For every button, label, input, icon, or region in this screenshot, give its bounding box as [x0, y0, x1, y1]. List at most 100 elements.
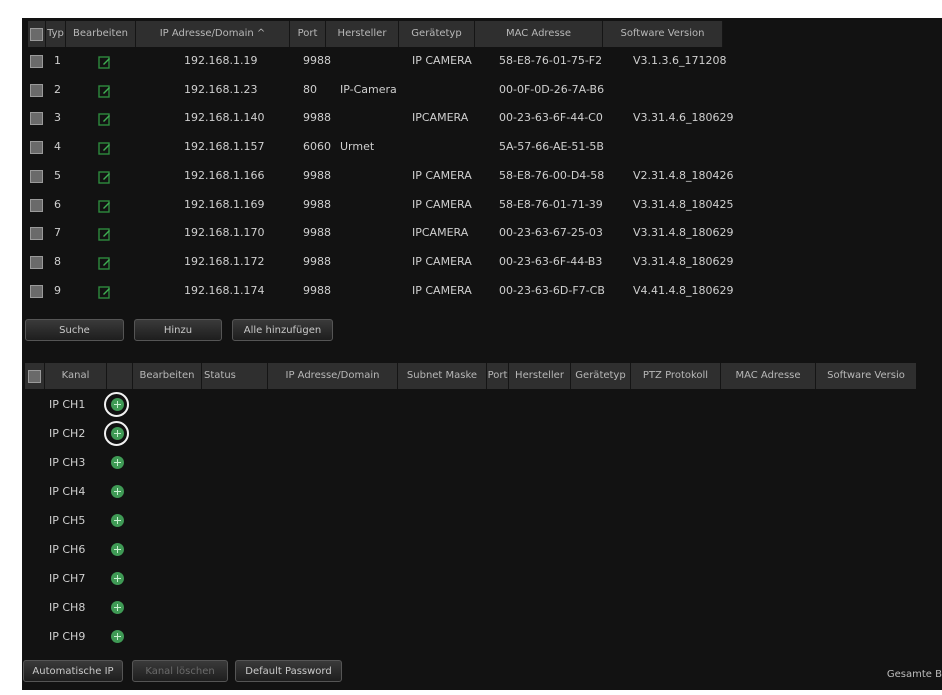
row-mac: 00-23-63-6D-F7-CB: [499, 283, 605, 297]
channel-label: IP CH1: [49, 398, 86, 411]
channel-select-all-checkbox[interactable]: [25, 363, 45, 389]
device-row[interactable]: 4 192.168.1.157 6060 Urmet 5A-57-66-AE-51-5B: [22, 135, 942, 159]
add-channel-icon[interactable]: [111, 543, 124, 556]
row-checkbox[interactable]: [30, 141, 43, 155]
ip-channel-screen: Typ Bearbeiten IP Adresse/Domain ^ Port …: [22, 18, 942, 690]
col-header-mac[interactable]: MAC Adresse: [475, 21, 603, 47]
row-software: V3.31.4.8_180629: [633, 254, 734, 268]
edit-icon[interactable]: [98, 255, 111, 270]
col-header-channel-ip[interactable]: IP Adresse/Domain: [268, 363, 398, 389]
add-all-button[interactable]: Alle hinzufügen: [232, 319, 333, 341]
row-checkbox[interactable]: [30, 112, 43, 126]
delete-channel-button[interactable]: Kanal löschen: [132, 660, 228, 682]
row-ip: 192.168.1.169: [184, 197, 265, 211]
row-checkbox[interactable]: [30, 169, 43, 183]
col-header-channel-device-type[interactable]: Gerätetyp: [571, 363, 631, 389]
row-device-type: IP CAMERA: [412, 197, 472, 211]
col-header-add[interactable]: [107, 363, 133, 389]
col-header-channel[interactable]: Kanal: [45, 363, 107, 389]
col-header-ptz[interactable]: PTZ Protokoll: [631, 363, 721, 389]
channel-row[interactable]: IP CH9: [22, 624, 222, 649]
col-header-channel-port[interactable]: Port: [487, 363, 509, 389]
col-header-channel-mac[interactable]: MAC Adresse: [721, 363, 816, 389]
add-channel-icon[interactable]: [111, 601, 124, 614]
edit-icon[interactable]: [98, 226, 111, 241]
col-header-manufacturer[interactable]: Hersteller: [326, 21, 399, 47]
row-checkbox[interactable]: [30, 284, 43, 298]
device-row[interactable]: 6 192.168.1.169 9988 IP CAMERA 58-E8-76-01-7…: [22, 193, 942, 217]
screenshot-frame: Typ Bearbeiten IP Adresse/Domain ^ Port …: [0, 0, 942, 695]
row-number: 3: [54, 111, 61, 125]
channel-row[interactable]: IP CH6: [22, 537, 222, 562]
row-ip: 192.168.1.166: [184, 168, 265, 182]
edit-icon[interactable]: [98, 54, 111, 69]
row-ip: 192.168.1.23: [184, 82, 258, 96]
channel-row[interactable]: IP CH8: [22, 595, 222, 620]
default-password-button[interactable]: Default Password: [235, 660, 342, 682]
channel-row[interactable]: IP CH3: [22, 450, 222, 475]
row-number: 9: [54, 283, 61, 297]
col-header-software[interactable]: Software Version: [603, 21, 723, 47]
edit-icon[interactable]: [98, 83, 111, 98]
device-row[interactable]: 5 192.168.1.166 9988 IP CAMERA 58-E8-76-00-D…: [22, 164, 942, 188]
add-button[interactable]: Hinzu: [134, 319, 222, 341]
add-channel-icon[interactable]: [111, 456, 124, 469]
channel-row[interactable]: IP CH7: [22, 566, 222, 591]
row-checkbox[interactable]: [30, 255, 43, 269]
add-channel-icon[interactable]: [111, 514, 124, 527]
edit-icon[interactable]: [98, 198, 111, 213]
row-ip: 192.168.1.172: [184, 254, 265, 268]
col-header-status[interactable]: Status: [202, 363, 268, 389]
search-button[interactable]: Suche: [25, 319, 124, 341]
row-mac: 58-E8-76-01-75-F2: [499, 54, 603, 67]
row-device-type: IPCAMERA: [412, 226, 469, 240]
edit-icon[interactable]: [98, 140, 111, 155]
col-header-channel-software[interactable]: Software Versio: [816, 363, 916, 389]
row-checkbox[interactable]: [30, 227, 43, 241]
col-header-device-type[interactable]: Gerätetyp: [399, 21, 475, 47]
edit-icon[interactable]: [98, 284, 111, 299]
channel-row[interactable]: IP CH5: [22, 508, 222, 533]
row-mac: 00-23-63-67-25-03: [499, 226, 603, 240]
row-software: V3.31.4.8_180425: [633, 197, 734, 211]
row-port: 9988: [303, 197, 331, 211]
row-mac: 5A-57-66-AE-51-5B: [499, 140, 604, 154]
automatic-ip-button[interactable]: Automatische IP: [23, 660, 123, 682]
device-row[interactable]: 2 192.168.1.23 80 IP-Camera 00-0F-0D-26-7A-B…: [22, 78, 942, 102]
device-row[interactable]: 8 192.168.1.172 9988 IP CAMERA 00-23-63-6F-4…: [22, 250, 942, 274]
channel-row[interactable]: IP CH4: [22, 479, 222, 504]
device-row[interactable]: 9 192.168.1.174 9988 IP CAMERA 00-23-63-6D-F…: [22, 279, 942, 303]
col-header-channel-edit[interactable]: Bearbeiten: [133, 363, 202, 389]
channel-row[interactable]: IP CH2: [22, 421, 222, 446]
col-header-type[interactable]: Typ: [46, 21, 66, 47]
col-header-ip[interactable]: IP Adresse/Domain ^: [136, 21, 290, 47]
row-device-type: IP CAMERA: [412, 168, 472, 182]
row-number: 6: [54, 197, 61, 211]
row-ip: 192.168.1.140: [184, 111, 265, 125]
row-checkbox[interactable]: [30, 198, 43, 212]
row-checkbox[interactable]: [30, 55, 43, 68]
device-row[interactable]: 1 192.168.1.19 9988 IP CAMERA 58-E8-76-01-75…: [22, 49, 942, 73]
col-header-edit[interactable]: Bearbeiten: [66, 21, 136, 47]
row-checkbox[interactable]: [30, 83, 43, 97]
add-channel-icon[interactable]: [111, 485, 124, 498]
row-number: 7: [54, 226, 61, 240]
device-row[interactable]: 7 192.168.1.170 9988 IPCAMERA 00-23-63-67-25…: [22, 221, 942, 245]
channel-label: IP CH7: [49, 572, 86, 585]
channel-row[interactable]: IP CH1: [22, 392, 222, 417]
add-channel-icon[interactable]: [111, 630, 124, 643]
col-header-port[interactable]: Port: [290, 21, 326, 47]
edit-icon[interactable]: [98, 169, 111, 184]
row-port: 6060: [303, 140, 331, 154]
row-number: 2: [54, 82, 61, 96]
col-header-channel-manufacturer[interactable]: Hersteller: [509, 363, 571, 389]
total-bandwidth-label: Gesamte B: [886, 669, 942, 680]
col-header-subnet[interactable]: Subnet Maske: [398, 363, 487, 389]
device-row[interactable]: 3 192.168.1.140 9988 IPCAMERA 00-23-63-6F-44…: [22, 106, 942, 130]
add-channel-icon[interactable]: [111, 572, 124, 585]
row-software: V3.31.4.6_180629: [633, 111, 734, 125]
edit-icon[interactable]: [98, 111, 111, 127]
row-port: 9988: [303, 54, 331, 67]
row-software: V4.41.4.8_180629: [633, 283, 734, 297]
select-all-checkbox[interactable]: [28, 21, 46, 47]
